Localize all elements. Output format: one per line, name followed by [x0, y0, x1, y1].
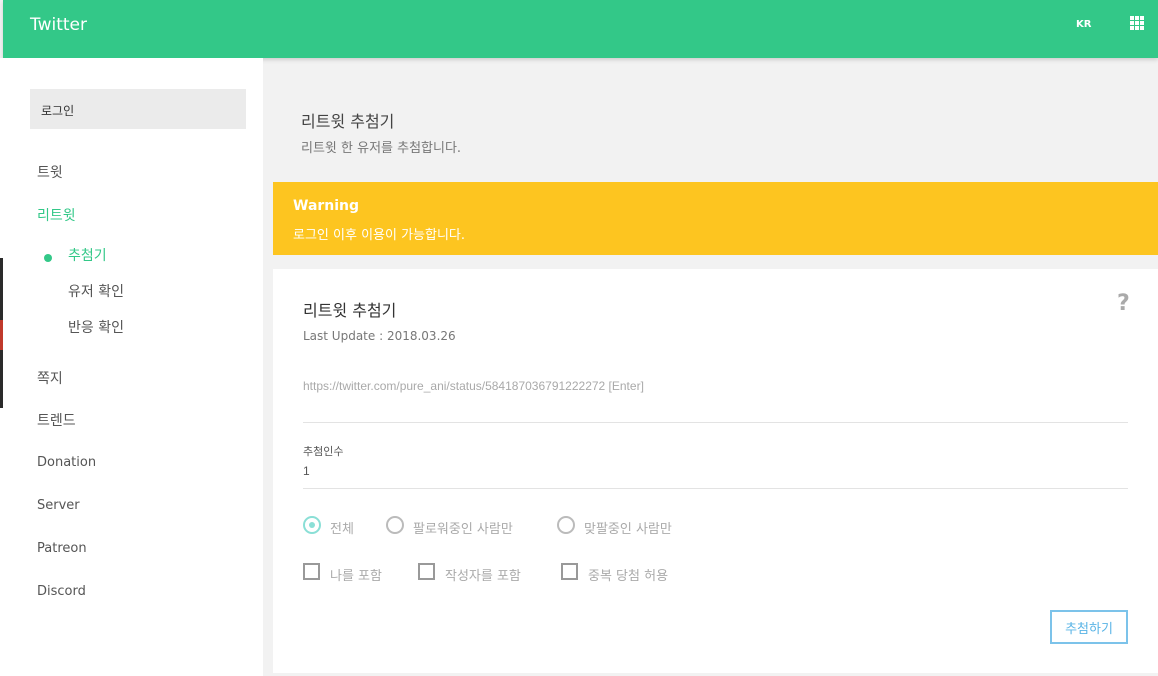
active-dot-icon	[44, 254, 52, 262]
draw-card: 리트윗 추첨기 ? Last Update : 2018.03.26 추첨인수 …	[273, 269, 1158, 673]
sidebar-subitem-user-check[interactable]: 유저 확인	[68, 281, 124, 301]
page-title: 리트윗 추첨기	[301, 112, 395, 131]
sidebar-item-discord[interactable]: Discord	[37, 584, 86, 599]
warning-banner: Warning 로그인 이후 이용이 가능합니다.	[273, 182, 1158, 255]
sidebar-item-retweet[interactable]: 리트윗	[37, 205, 76, 225]
draw-button[interactable]: 추첨하기	[1050, 610, 1128, 644]
checkbox-icon	[418, 563, 435, 580]
help-icon[interactable]: ?	[1117, 291, 1130, 316]
sidebar-item-patreon[interactable]: Patreon	[37, 541, 87, 556]
language-switch[interactable]: KR	[1076, 19, 1091, 30]
checkbox-icon	[561, 563, 578, 580]
checkbox-icon	[303, 563, 320, 580]
sidebar-item-trend[interactable]: 트렌드	[37, 410, 76, 430]
sidebar: 로그인 트윗 리트윗 추첨기 유저 확인 반응 확인 쪽지 트렌드 Donati…	[3, 58, 263, 676]
radio-label: 팔로워중인 사람만	[413, 522, 513, 537]
radio-label: 전체	[330, 522, 354, 537]
checkbox-label: 중복 당첨 허용	[588, 569, 669, 584]
sidebar-item-donation[interactable]: Donation	[37, 455, 96, 470]
page-subtitle: 리트윗 한 유저를 추첨합니다.	[301, 141, 462, 156]
sidebar-item-tweet[interactable]: 트윗	[37, 162, 63, 182]
radio-unchecked-icon	[557, 516, 575, 534]
last-update: Last Update : 2018.03.26	[303, 329, 456, 343]
warning-message: 로그인 이후 이용이 가능합니다.	[293, 228, 466, 243]
sidebar-subitem-draw[interactable]: 추첨기	[68, 245, 107, 265]
count-input[interactable]	[303, 461, 1128, 489]
sidebar-item-dm[interactable]: 쪽지	[37, 368, 63, 388]
radio-label: 맞팔중인 사람만	[584, 522, 672, 537]
sidebar-item-login[interactable]: 로그인	[30, 89, 246, 129]
count-label: 추첨인수	[303, 445, 344, 458]
warning-title: Warning	[293, 198, 360, 214]
sidebar-item-server[interactable]: Server	[37, 498, 80, 513]
sidebar-subitem-reaction-check[interactable]: 반응 확인	[68, 317, 124, 337]
top-bar: Twitter KR	[3, 0, 1158, 58]
apps-grid-icon[interactable]	[1130, 16, 1144, 30]
app-title[interactable]: Twitter	[30, 15, 87, 35]
tweet-url-input[interactable]	[303, 367, 1128, 423]
radio-checked-icon	[303, 516, 321, 534]
checkbox-label: 작성자를 포함	[445, 569, 521, 584]
card-title: 리트윗 추첨기	[303, 301, 397, 320]
checkbox-label: 나를 포함	[330, 569, 382, 584]
radio-unchecked-icon	[386, 516, 404, 534]
